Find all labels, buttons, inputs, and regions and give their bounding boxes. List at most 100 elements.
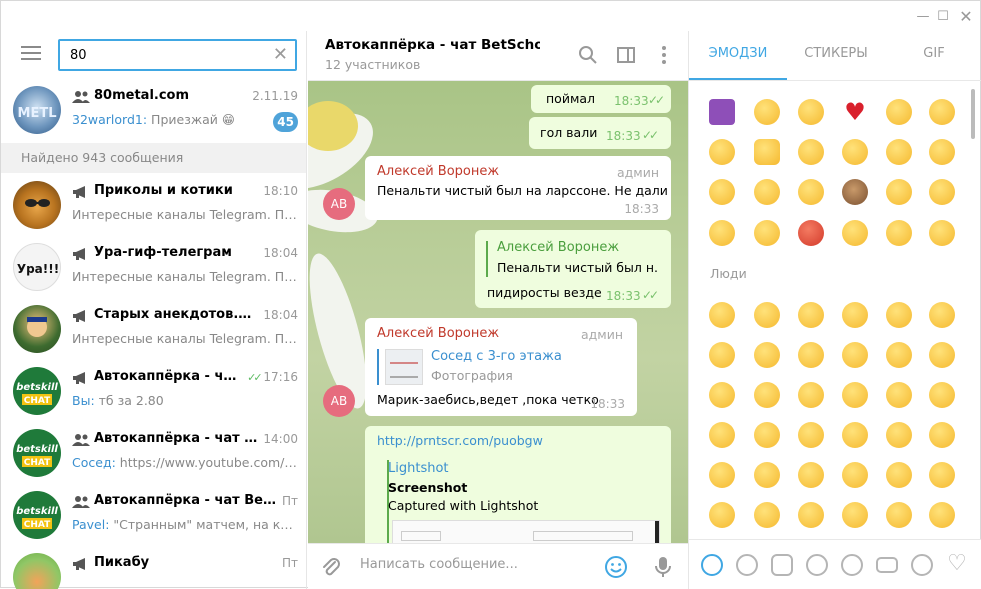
emoji[interactable] [842, 220, 868, 246]
chat-item[interactable]: Старых анекдотов. net 18:04 Интересные к… [1, 298, 306, 360]
emoji[interactable] [709, 302, 735, 328]
search-box[interactable]: ✕ [58, 39, 297, 71]
attach-icon[interactable] [320, 556, 342, 578]
menu-icon[interactable] [21, 46, 41, 62]
close-window-icon[interactable]: ✕ [956, 7, 976, 27]
emoji[interactable] [842, 462, 868, 488]
reply-thumbnail[interactable] [385, 349, 423, 385]
maximize-icon[interactable]: ☐ [933, 7, 953, 27]
emoji[interactable] [929, 302, 955, 328]
emoji[interactable] [929, 382, 955, 408]
emoji[interactable] [798, 302, 824, 328]
message-outgoing[interactable]: Алексей Воронеж Пенальти чистый был н...… [475, 230, 671, 308]
emoji-icon[interactable] [604, 555, 628, 579]
emoji[interactable] [798, 99, 824, 125]
emoji[interactable] [842, 502, 868, 528]
angry-face-icon[interactable] [798, 220, 824, 246]
emoji[interactable] [754, 220, 780, 246]
monkey-icon[interactable] [842, 179, 868, 205]
reply-text[interactable]: Пенальти чистый был н... [497, 260, 657, 275]
emoji[interactable] [886, 302, 912, 328]
reply-text[interactable]: Фотография [431, 368, 513, 383]
emoji[interactable] [929, 179, 955, 205]
chat-header[interactable]: Автокаппёрка - чат BetSchool... 12 участ… [308, 31, 688, 81]
emoji[interactable] [886, 179, 912, 205]
heart-outline-icon[interactable]: ♡ [946, 553, 968, 576]
message-input[interactable]: Написать сообщение... [360, 557, 518, 572]
emoji[interactable] [929, 99, 955, 125]
emoji[interactable] [754, 99, 780, 125]
message-incoming[interactable]: Алексей Воронеж админ Пенальти чистый бы… [365, 156, 671, 220]
chat-item[interactable]: Приколы и котики 18:10 Интересные каналы… [1, 174, 306, 236]
emoji[interactable] [709, 342, 735, 368]
emoji[interactable] [798, 139, 824, 165]
smiley-icon[interactable] [736, 554, 758, 576]
emoji[interactable] [886, 99, 912, 125]
message-outgoing[interactable]: гол вали 18:33 ✓✓ [529, 117, 671, 149]
message-outgoing[interactable]: поймал 18:33 ✓✓ [531, 85, 671, 113]
microphone-icon[interactable] [651, 555, 675, 579]
emoji[interactable] [709, 99, 735, 125]
emoji[interactable] [709, 179, 735, 205]
emoji[interactable] [709, 139, 735, 165]
emoji[interactable] [842, 382, 868, 408]
emoji[interactable] [929, 502, 955, 528]
emoji[interactable] [842, 422, 868, 448]
recent-icon[interactable] [701, 554, 723, 576]
minimize-icon[interactable]: — [913, 7, 933, 27]
emoji[interactable] [709, 462, 735, 488]
message-outgoing[interactable]: http://prntscr.com/puobgw Lightshot Scre… [365, 426, 671, 543]
emoji[interactable] [842, 139, 868, 165]
emoji[interactable] [754, 502, 780, 528]
scrollbar[interactable] [971, 89, 975, 139]
reply-author[interactable]: Алексей Воронеж [497, 240, 619, 255]
apple-icon[interactable] [806, 554, 828, 576]
emoji[interactable] [754, 342, 780, 368]
avatar[interactable]: АВ [323, 188, 355, 220]
emoji[interactable] [842, 302, 868, 328]
emoji[interactable] [886, 382, 912, 408]
sidebar-toggle-icon[interactable] [615, 44, 637, 66]
emoji[interactable] [886, 220, 912, 246]
emoji[interactable] [754, 462, 780, 488]
chat-item[interactable]: METL 80metal.com 2.11.19 32warlord1: При… [1, 79, 306, 141]
emoji[interactable] [842, 342, 868, 368]
lightbulb-icon[interactable] [911, 554, 933, 576]
car-icon[interactable] [876, 557, 898, 573]
chat-item[interactable]: betskill CHAT Автокаппёрка - чат ... ✓✓ 1… [1, 360, 306, 422]
emoji[interactable] [798, 502, 824, 528]
emoji[interactable] [886, 462, 912, 488]
emoji[interactable] [886, 139, 912, 165]
emoji[interactable] [754, 382, 780, 408]
emoji[interactable] [886, 342, 912, 368]
chat-item[interactable]: betskill CHAT Автокаппёрка - чат BetSch..… [1, 484, 306, 546]
emoji[interactable] [929, 462, 955, 488]
emoji[interactable] [709, 382, 735, 408]
emoji[interactable] [929, 139, 955, 165]
emoji[interactable] [798, 462, 824, 488]
emoji[interactable] [929, 342, 955, 368]
preview-site[interactable]: Lightshot [387, 461, 449, 476]
emoji[interactable] [929, 220, 955, 246]
emoji[interactable] [709, 220, 735, 246]
avatar[interactable]: АВ [323, 385, 355, 417]
tab-stickers[interactable]: СТИКЕРЫ [787, 46, 885, 61]
emoji[interactable] [754, 302, 780, 328]
emoji[interactable] [798, 342, 824, 368]
clear-search-icon[interactable]: ✕ [273, 44, 288, 66]
emoji[interactable] [798, 422, 824, 448]
emoji[interactable] [886, 502, 912, 528]
tab-gif[interactable]: GIF [885, 46, 981, 61]
chat-item[interactable]: betskill CHAT Автокаппёрка - чат Bet... 1… [1, 422, 306, 484]
emoji[interactable] [709, 502, 735, 528]
heart-icon[interactable]: ♥ [842, 99, 868, 125]
emoji[interactable] [709, 422, 735, 448]
emoji[interactable] [886, 422, 912, 448]
search-input[interactable] [60, 41, 260, 69]
more-icon[interactable] [653, 44, 675, 66]
emoji[interactable] [798, 179, 824, 205]
message-author[interactable]: Алексей Воронеж [377, 164, 499, 179]
emoji[interactable] [754, 422, 780, 448]
emoji[interactable] [798, 382, 824, 408]
chat-item[interactable]: Пикабу Пт [1, 546, 306, 589]
